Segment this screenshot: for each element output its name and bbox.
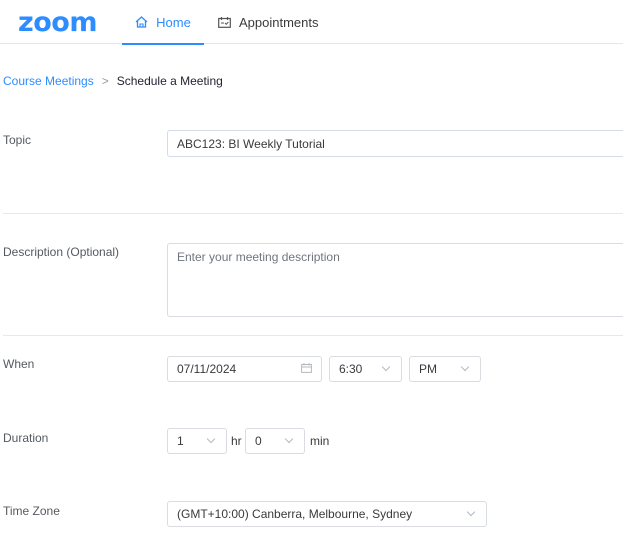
top-navigation-bar: zoom Home Appointments (0, 0, 623, 45)
zoom-logo[interactable]: zoom (18, 7, 97, 38)
section-divider (3, 335, 623, 336)
timezone-value: (GMT+10:00) Canberra, Melbourne, Sydney (177, 507, 413, 521)
calendar-icon[interactable] (301, 362, 312, 376)
description-label: Description (Optional) (3, 245, 120, 259)
breadcrumb: Course Meetings > Schedule a Meeting (3, 74, 223, 88)
nav-tab-appointments[interactable]: Appointments (218, 0, 319, 44)
when-label: When (3, 357, 35, 371)
chevron-down-icon (284, 434, 294, 444)
duration-minutes-select[interactable]: 0 (245, 428, 305, 454)
breadcrumb-current: Schedule a Meeting (116, 74, 223, 88)
time-value: 6:30 (339, 362, 363, 376)
nav-tab-home[interactable]: Home (122, 0, 204, 45)
breadcrumb-separator: > (101, 74, 109, 88)
topic-label: Topic (3, 133, 32, 147)
timezone-select[interactable]: (GMT+10:00) Canberra, Melbourne, Sydney (167, 501, 487, 527)
duration-hours-select[interactable]: 1 (167, 428, 227, 454)
duration-label: Duration (3, 431, 49, 445)
time-select[interactable]: 6:30 (329, 356, 402, 382)
description-placeholder: Enter your meeting description (177, 250, 340, 264)
chevron-down-icon (206, 434, 216, 444)
minutes-unit-label: min (310, 434, 330, 448)
nav-tab-appointments-label: Appointments (239, 14, 319, 30)
timezone-label: Time Zone (3, 504, 60, 518)
chevron-down-icon (466, 507, 476, 517)
duration-hours-value: 1 (177, 434, 184, 448)
nav-tab-home-label: Home (156, 14, 191, 30)
chevron-down-icon (381, 362, 391, 372)
calendar-icon (218, 16, 231, 28)
breadcrumb-course-meetings[interactable]: Course Meetings (3, 74, 94, 88)
ampm-select[interactable]: PM (409, 356, 481, 382)
description-textarea[interactable]: Enter your meeting description (167, 243, 623, 317)
hours-unit-label: hr (231, 434, 242, 448)
ampm-value: PM (419, 362, 437, 376)
duration-minutes-value: 0 (255, 434, 262, 448)
topic-input-value: ABC123: BI Weekly Tutorial (177, 136, 325, 151)
home-icon (135, 16, 148, 28)
topic-input[interactable]: ABC123: BI Weekly Tutorial (167, 130, 623, 157)
chevron-down-icon (460, 362, 470, 372)
date-picker[interactable]: 07/11/2024 (167, 356, 322, 382)
date-value: 07/11/2024 (177, 362, 237, 376)
section-divider (3, 213, 623, 214)
